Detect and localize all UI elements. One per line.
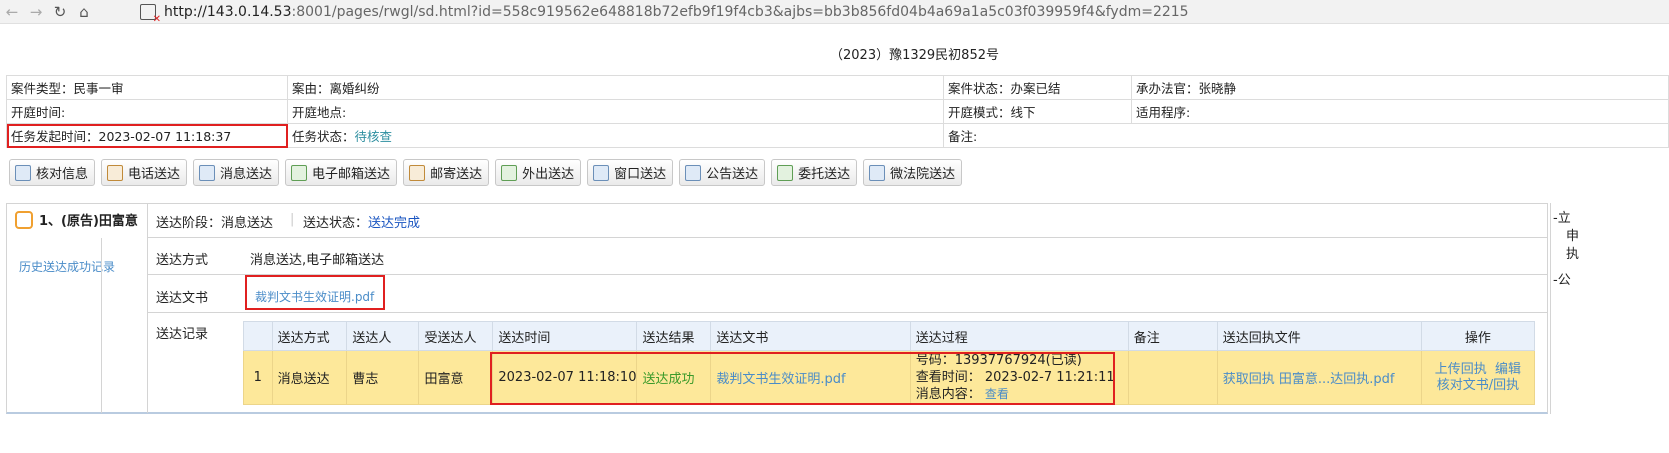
upload-receipt-link[interactable]: 上传回执 xyxy=(1435,362,1487,377)
party-header: 1、(原告)田富意 xyxy=(15,210,138,229)
delivery-records-label: 送达记录 xyxy=(156,327,209,342)
message-icon xyxy=(199,164,216,181)
remark: 备注: xyxy=(943,123,1669,148)
email-icon xyxy=(291,164,308,181)
col-remark: 备注 xyxy=(1127,321,1218,351)
delivery-status-value: 送达完成 xyxy=(368,216,421,231)
case-judge: 承办法官：张晓静 xyxy=(1131,75,1669,100)
party-column: 1、(原告)田富意 历史送达成功记录 xyxy=(7,204,148,413)
procedure: 适用程序: xyxy=(1131,99,1669,124)
col-result: 送达结果 xyxy=(636,321,712,351)
row-process: 号码：13937767924(已读) 查看时间： 2023-02-7 11:21… xyxy=(909,350,1129,405)
right-text-4: -公 xyxy=(1553,273,1571,288)
row-index: 1 xyxy=(243,350,273,405)
reload-icon[interactable]: ↻ xyxy=(48,0,72,24)
delivery-doc-link[interactable]: 裁判文书生效证明.pdf xyxy=(255,288,374,305)
email-delivery-button[interactable]: 电子邮箱送达 xyxy=(285,159,398,186)
row-operations: 上传回执 编辑 核对文书/回执 xyxy=(1420,350,1536,405)
phone-icon xyxy=(107,164,124,181)
delivery-method-value: 消息送达,电子邮箱送达 xyxy=(250,253,385,268)
row-remark xyxy=(1127,350,1218,405)
col-sender: 送达人 xyxy=(346,321,420,351)
party-name: 1、(原告)田富意 xyxy=(39,214,138,229)
col-recipient: 受送达人 xyxy=(418,321,494,351)
message-delivery-button[interactable]: 消息送达 xyxy=(193,159,280,186)
right-text-2: 申 xyxy=(1566,229,1580,244)
verify-info-button[interactable]: 核对信息 xyxy=(9,159,96,186)
col-doc: 送达文书 xyxy=(710,321,911,351)
delivery-method-row: 送达方式 消息送达,电子邮箱送达 xyxy=(148,238,1547,275)
hearing-place: 开庭地点: xyxy=(287,99,944,124)
right-clipped-panel: -立 申 执 -公 xyxy=(1550,203,1669,414)
col-method: 送达方式 xyxy=(271,321,348,351)
forward-arrow-icon[interactable]: → xyxy=(24,0,48,24)
row-recipient: 田富意 xyxy=(418,350,494,405)
outgoing-icon xyxy=(501,164,518,181)
micro-court-delivery-button[interactable]: 微法院送达 xyxy=(863,159,963,186)
table-row: 1 消息送达 曹志 田富意 2023-02-07 11:18:10 送达成功 裁… xyxy=(243,350,1536,405)
case-type: 案件类型：民事一审 xyxy=(6,75,288,100)
row-time: 2023-02-07 11:18:10 xyxy=(492,350,638,405)
edit-link[interactable]: 编辑 xyxy=(1495,362,1521,377)
process-message: 消息内容： 查看 xyxy=(915,387,1009,402)
row-sender: 曹志 xyxy=(346,350,420,405)
view-message-link[interactable]: 查看 xyxy=(985,387,1009,401)
announcement-delivery-button[interactable]: 公告送达 xyxy=(679,159,766,186)
entrust-icon xyxy=(777,164,794,181)
col-index xyxy=(243,321,273,351)
delivery-stage: 送达阶段：消息送达 xyxy=(156,216,274,231)
case-number-title: （2023）豫1329民初852号 xyxy=(830,48,999,63)
party-checkbox[interactable] xyxy=(15,210,33,229)
case-cause: 案由：离婚纠纷 xyxy=(287,75,944,100)
hearing-mode: 开庭模式：线下 xyxy=(943,99,1132,124)
delivery-stage-row: 送达阶段：消息送达 | 送达状态：送达完成 xyxy=(148,204,1547,238)
row-method: 消息送达 xyxy=(271,350,348,405)
case-info-table: 案件类型：民事一审 案由：离婚纠纷 案件状态：办案已结 承办法官：张晓静 开庭时… xyxy=(6,75,1669,148)
label-divider xyxy=(101,238,102,413)
right-text-3: 执 xyxy=(1566,247,1580,262)
row-doc-link[interactable]: 裁判文书生效证明.pdf xyxy=(710,350,911,405)
delivery-method-label: 送达方式 xyxy=(156,253,209,268)
row-result: 送达成功 xyxy=(636,350,712,405)
phone-delivery-button[interactable]: 电话送达 xyxy=(101,159,188,186)
delivery-status: 送达状态：送达完成 xyxy=(303,216,421,231)
outgoing-delivery-button[interactable]: 外出送达 xyxy=(495,159,582,186)
col-process: 送达过程 xyxy=(909,321,1129,351)
insecure-page-icon xyxy=(140,4,161,25)
process-phone: 号码：13937767924(已读) xyxy=(915,353,1082,368)
micro-court-icon xyxy=(869,164,886,181)
back-arrow-icon[interactable]: ← xyxy=(0,0,24,24)
mail-delivery-button[interactable]: 邮寄送达 xyxy=(403,159,490,186)
row-receipt-link[interactable]: 获取回执 田富意...达回执.pdf xyxy=(1216,350,1422,405)
case-state: 案件状态：办案已结 xyxy=(943,75,1132,100)
url-text[interactable]: http://143.0.14.53:8001/pages/rwgl/sd.ht… xyxy=(164,4,1189,20)
delivery-records-table: 送达方式 送达人 受送达人 送达时间 送达结果 送达文书 送达过程 备注 送达回… xyxy=(243,321,1536,405)
hearing-time: 开庭时间: xyxy=(6,99,288,124)
task-state: 任务状态：待核查 xyxy=(287,123,944,148)
verify-icon xyxy=(15,164,31,181)
delivery-docs-row: 送达文书 裁判文书生效证明.pdf xyxy=(148,275,1547,313)
home-icon[interactable]: ⌂ xyxy=(72,0,96,24)
announcement-icon xyxy=(685,164,702,181)
task-start-time: 任务发起时间：2023-02-07 11:18:37 xyxy=(6,123,288,148)
mail-icon xyxy=(409,164,426,181)
address-bar[interactable]: http://143.0.14.53:8001/pages/rwgl/sd.ht… xyxy=(140,1,1189,25)
window-icon xyxy=(593,164,610,181)
col-time: 送达时间 xyxy=(492,321,638,351)
col-ops: 操作 xyxy=(1420,321,1536,351)
process-view-time: 查看时间： 2023-02-7 11:21:11 xyxy=(915,370,1115,385)
window-delivery-button[interactable]: 窗口送达 xyxy=(587,159,674,186)
delivery-docs-label: 送达文书 xyxy=(156,291,209,306)
entrust-delivery-button[interactable]: 委托送达 xyxy=(771,159,858,186)
col-receipt: 送达回执文件 xyxy=(1216,321,1422,351)
delivery-toolbar: 核对信息 电话送达 消息送达 电子邮箱送达 邮寄送达 外出送达 窗口送达 公告送… xyxy=(9,159,963,186)
browser-toolbar: ← → ↻ ⌂ http://143.0.14.53:8001/pages/rw… xyxy=(0,0,1669,25)
verify-doc-receipt-link[interactable]: 核对文书/回执 xyxy=(1422,378,1533,394)
records-header-row: 送达方式 送达人 受送达人 送达时间 送达结果 送达文书 送达过程 备注 送达回… xyxy=(243,321,1536,351)
task-state-value: 待核查 xyxy=(354,129,393,144)
right-text-1: -立 xyxy=(1553,211,1571,226)
